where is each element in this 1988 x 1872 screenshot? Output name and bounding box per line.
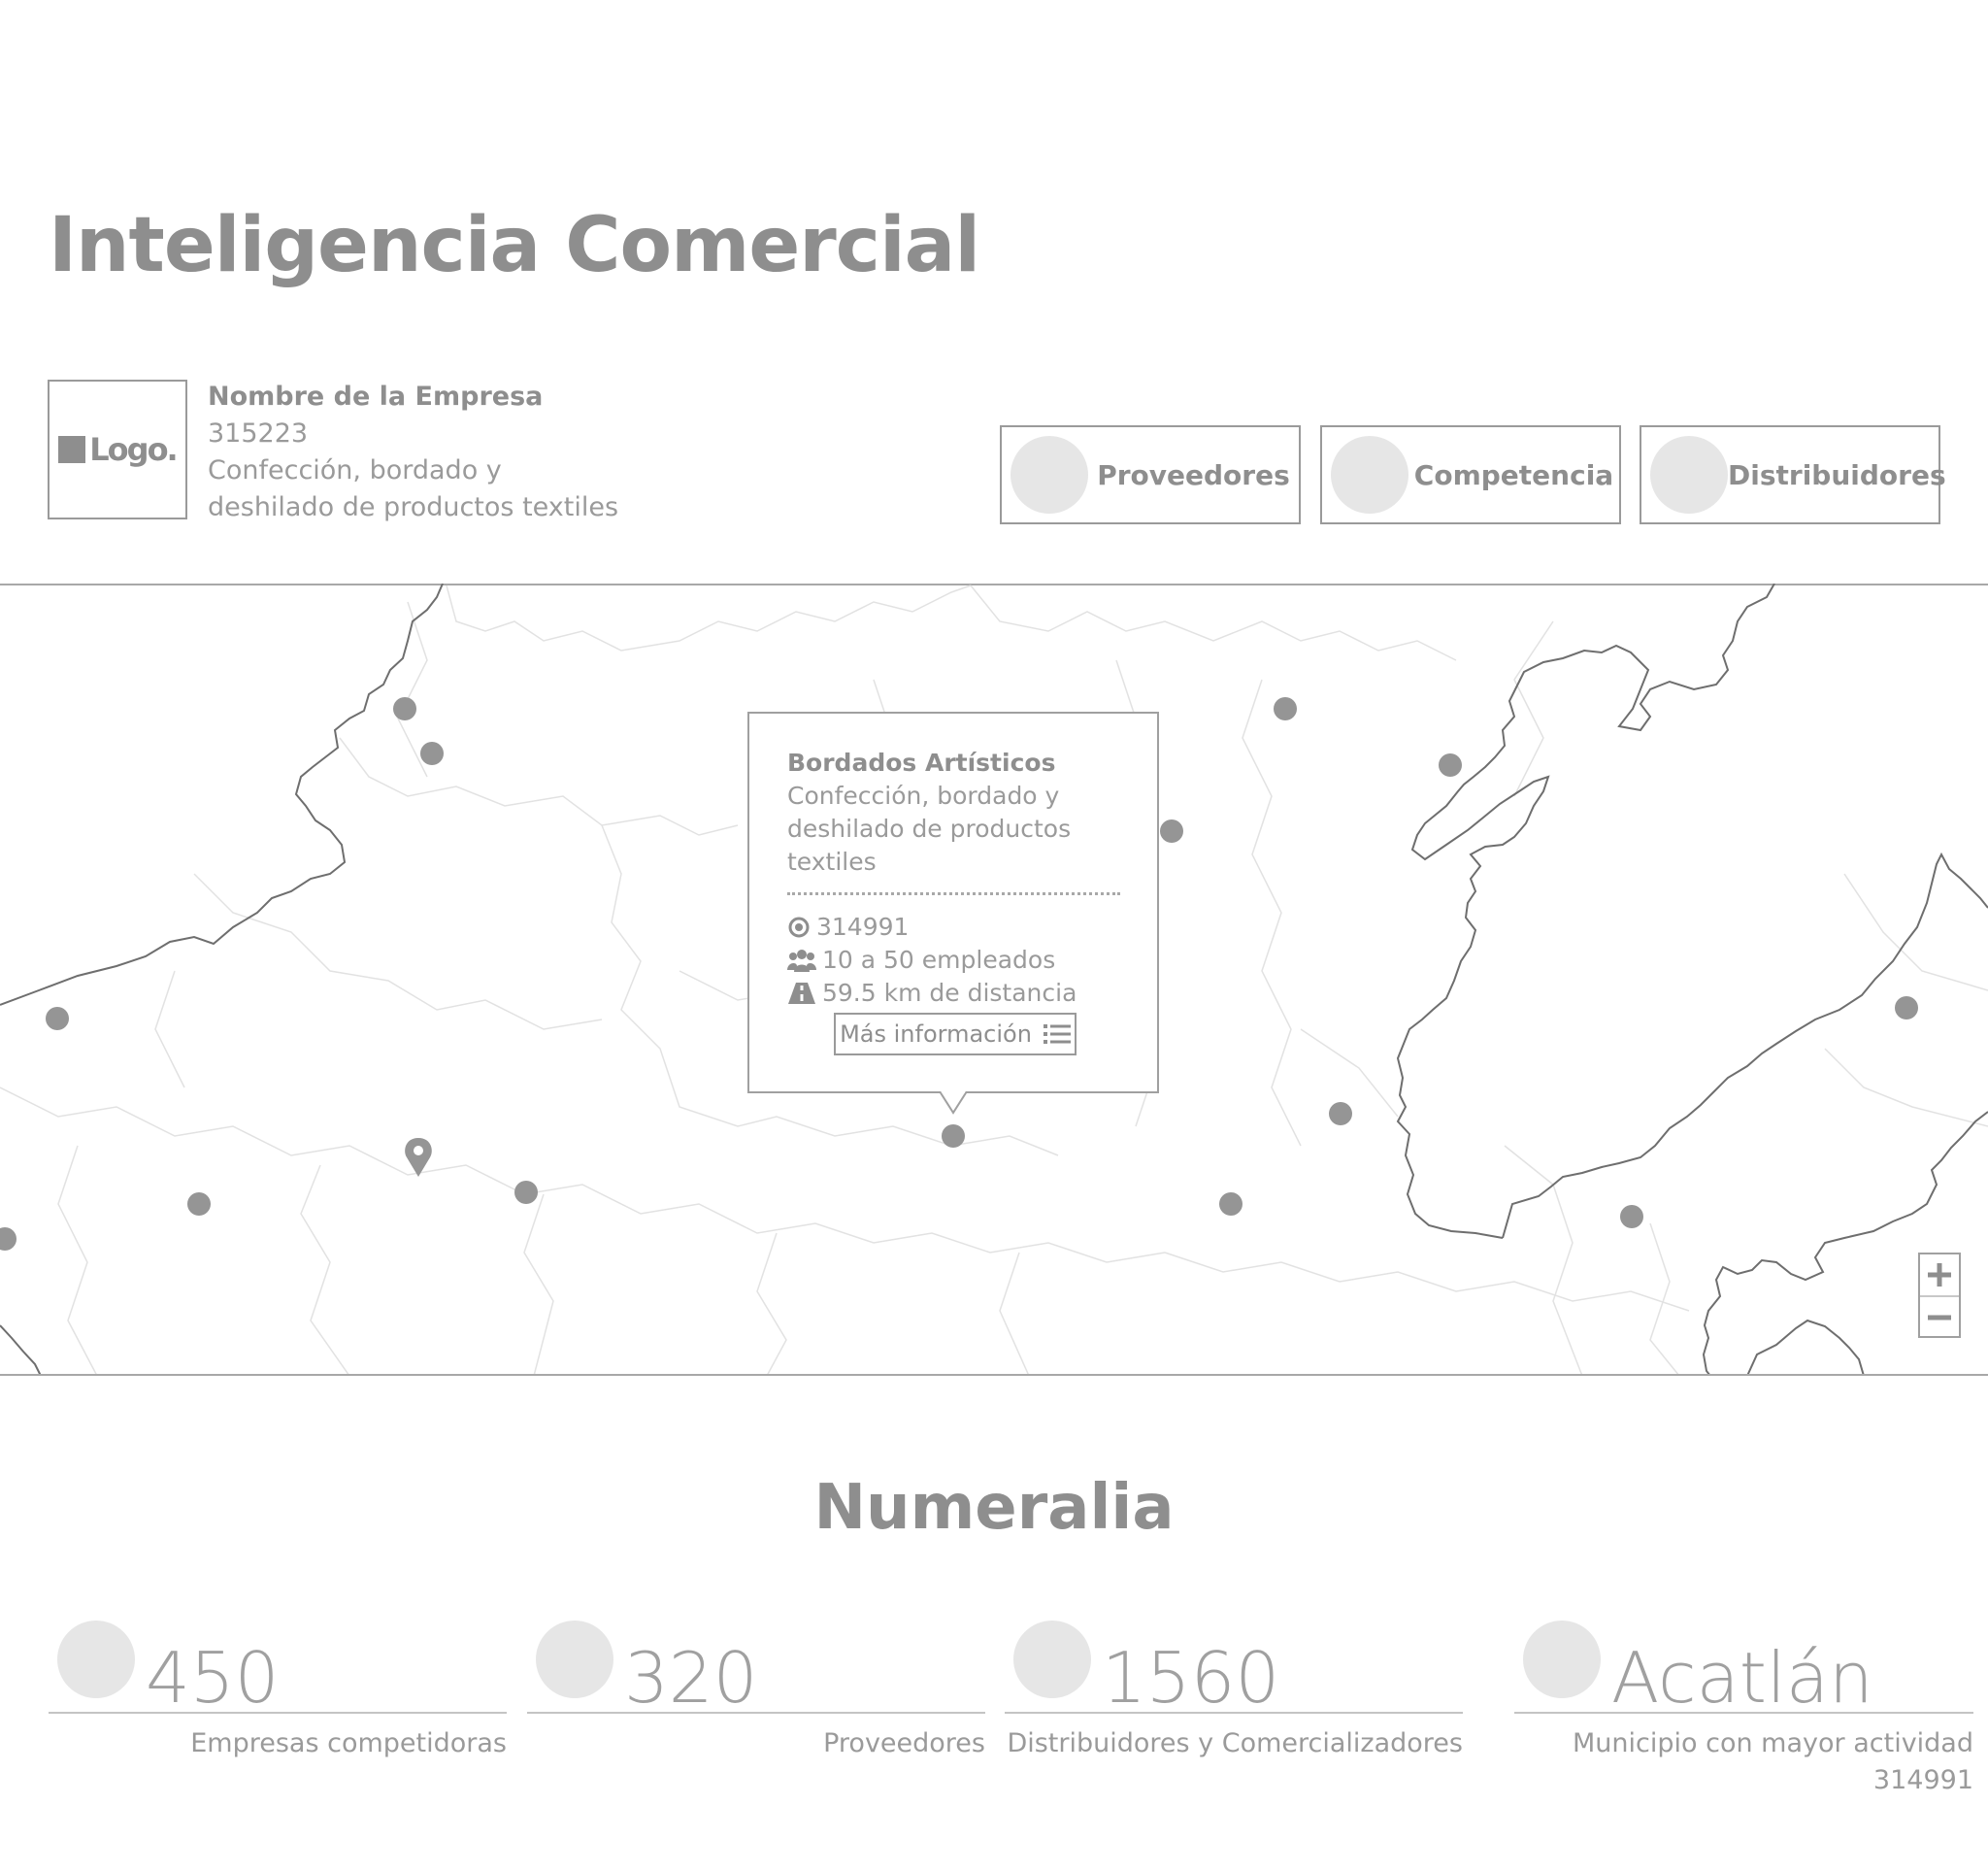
stat-divider: [527, 1712, 985, 1714]
map-bottom-border: [0, 1374, 1988, 1376]
stat-suppliers-label: Proveedores: [823, 1728, 985, 1758]
map-marker[interactable]: [46, 1007, 69, 1030]
map-marker[interactable]: [1329, 1102, 1352, 1125]
distribuidores-label: Distribuidores: [1728, 458, 1946, 491]
popup-distance-row: 59.5 km de distancia: [787, 977, 1120, 1010]
stat-municipality-icon: [1523, 1621, 1601, 1698]
map-marker[interactable]: [514, 1181, 538, 1204]
company-activity-line2: deshilado de productos textiles: [208, 492, 619, 522]
zoom-in-button[interactable]: [1920, 1254, 1959, 1295]
popup-employees: 10 a 50 empleados: [822, 946, 1056, 974]
popup-arrow: [940, 1091, 967, 1115]
target-icon: [788, 917, 810, 938]
popup-activity-line2: deshilado de productos textiles: [787, 815, 1072, 876]
company-code: 315223: [208, 418, 309, 449]
popup-code: 314991: [816, 913, 910, 941]
map-marker[interactable]: [1274, 697, 1297, 720]
proveedores-label: Proveedores: [1097, 458, 1290, 491]
popup-code-row: 314991: [787, 911, 1120, 944]
stat-suppliers-icon: [536, 1621, 613, 1698]
company-name: Nombre de la Empresa: [208, 382, 544, 412]
users-icon: [787, 950, 816, 972]
map-marker[interactable]: [1895, 996, 1918, 1020]
popup-activity-line1: Confección, bordado y: [787, 782, 1060, 810]
map-marker[interactable]: [420, 742, 444, 765]
map-marker[interactable]: [1620, 1205, 1643, 1228]
stat-divider: [49, 1712, 507, 1714]
map-marker[interactable]: [393, 697, 416, 720]
company-info: Nombre de la Empresa 315223 Confección, …: [208, 379, 618, 526]
map-marker[interactable]: [1219, 1192, 1242, 1216]
list-icon: [1043, 1024, 1071, 1044]
stat-divider: [1005, 1712, 1463, 1714]
stat-distributors-label: Distribuidores y Comercializadores: [1007, 1728, 1463, 1758]
more-info-button[interactable]: Más información: [834, 1013, 1077, 1055]
page-title: Inteligencia Comercial: [49, 202, 980, 289]
stat-competitors-label: Empresas competidoras: [190, 1728, 507, 1758]
stat-distributors-value: 1560: [1102, 1637, 1280, 1719]
numeralia-title: Numeralia: [813, 1472, 1175, 1544]
road-icon: [788, 983, 815, 1004]
stat-distributors-icon: [1013, 1621, 1091, 1698]
popup-distance: 59.5 km de distancia: [822, 979, 1077, 1007]
company-activity-line1: Confección, bordado y: [208, 455, 502, 485]
map-marker[interactable]: [187, 1192, 211, 1216]
map-marker-selected[interactable]: [942, 1124, 965, 1148]
popup-divider: [787, 892, 1120, 895]
stat-competitors-value: 450: [146, 1637, 280, 1719]
zoom-out-button[interactable]: [1920, 1295, 1959, 1338]
stat-competitors-icon: [57, 1621, 135, 1698]
stat-divider: [1514, 1712, 1973, 1714]
more-info-label: Más información: [840, 1020, 1032, 1048]
map-marker[interactable]: [1439, 753, 1462, 777]
company-logo: Logo.: [48, 380, 187, 519]
proveedores-button[interactable]: Proveedores: [1000, 425, 1301, 524]
competencia-label: Competencia: [1413, 458, 1614, 491]
distribuidores-button[interactable]: Distribuidores: [1640, 425, 1946, 524]
popup-employees-row: 10 a 50 empleados: [787, 944, 1120, 977]
business-popup: Bordados Artísticos Confección, bordado …: [747, 712, 1159, 1093]
logo-square-icon: [58, 436, 86, 463]
stat-suppliers-value: 320: [624, 1637, 758, 1719]
distribuidores-icon: [1650, 436, 1728, 514]
stat-municipality-code: 314991: [1872, 1765, 1973, 1795]
popup-business-name: Bordados Artísticos: [787, 749, 1056, 777]
logo-text: Logo.: [89, 431, 178, 468]
map-marker[interactable]: [0, 1227, 17, 1251]
stat-municipality-value: Acatlán: [1611, 1637, 1873, 1719]
competencia-icon: [1331, 436, 1408, 514]
stat-municipality-label: Municipio con mayor actividad: [1573, 1728, 1973, 1758]
zoom-control: [1918, 1253, 1961, 1338]
competencia-button[interactable]: Competencia: [1320, 425, 1621, 524]
proveedores-icon: [1011, 436, 1088, 514]
minus-icon: [1928, 1315, 1951, 1320]
map-marker[interactable]: [1160, 819, 1183, 843]
plus-icon: [1928, 1263, 1951, 1287]
stat-municipality-label-block: Municipio con mayor actividad 314991: [1573, 1725, 1973, 1799]
